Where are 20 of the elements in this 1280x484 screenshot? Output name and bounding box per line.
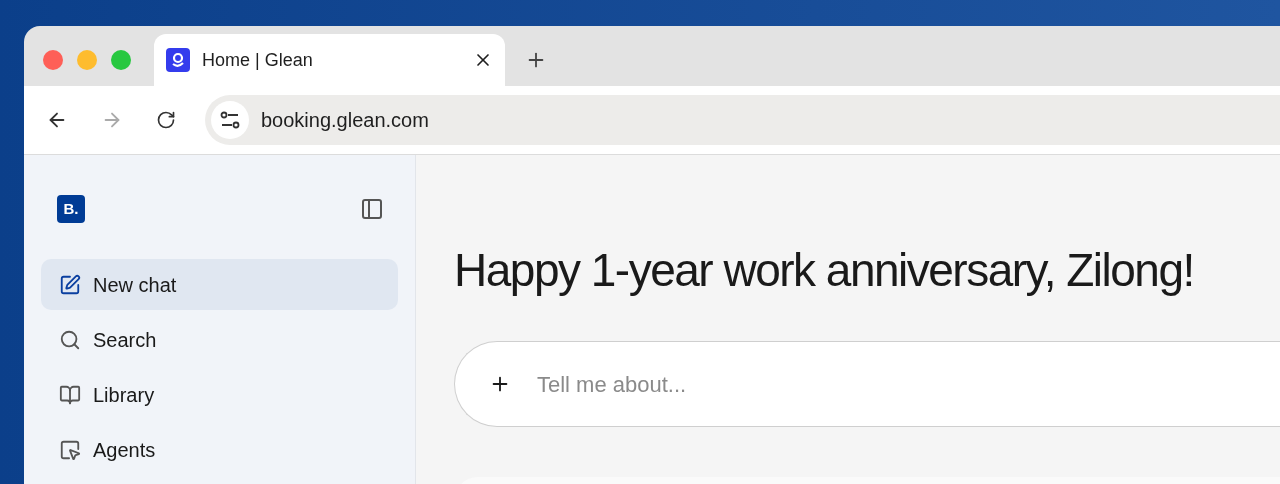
sidebar-item[interactable]: New chat	[41, 259, 398, 310]
search-icon	[59, 328, 81, 351]
sidebar-item[interactable]: Agents	[41, 424, 398, 475]
cursor-square-icon	[59, 438, 81, 461]
reload-icon[interactable]	[156, 110, 176, 130]
browser-tab[interactable]: Home | Glean	[154, 34, 505, 86]
address-bar[interactable]: booking.glean.com	[205, 95, 1280, 145]
sidebar-item[interactable]: Library	[41, 369, 398, 420]
url-text: booking.glean.com	[261, 108, 429, 133]
chat-composer[interactable]: Tell me about...	[454, 341, 1280, 427]
chat-input-field[interactable]: Tell me about...	[537, 367, 1280, 401]
pen-square-icon	[59, 273, 81, 296]
app-logo-icon	[166, 48, 190, 72]
tab-title: Home | Glean	[202, 48, 314, 72]
collapse-sidebar-icon[interactable]	[360, 197, 384, 221]
company-logo: B.	[57, 195, 85, 223]
book-icon	[59, 383, 81, 406]
greeting-heading: Happy 1-year work anniversary, Zilong!	[454, 243, 1195, 298]
sidebar-item[interactable]: Search	[41, 314, 398, 365]
site-settings-icon[interactable]	[211, 101, 249, 139]
